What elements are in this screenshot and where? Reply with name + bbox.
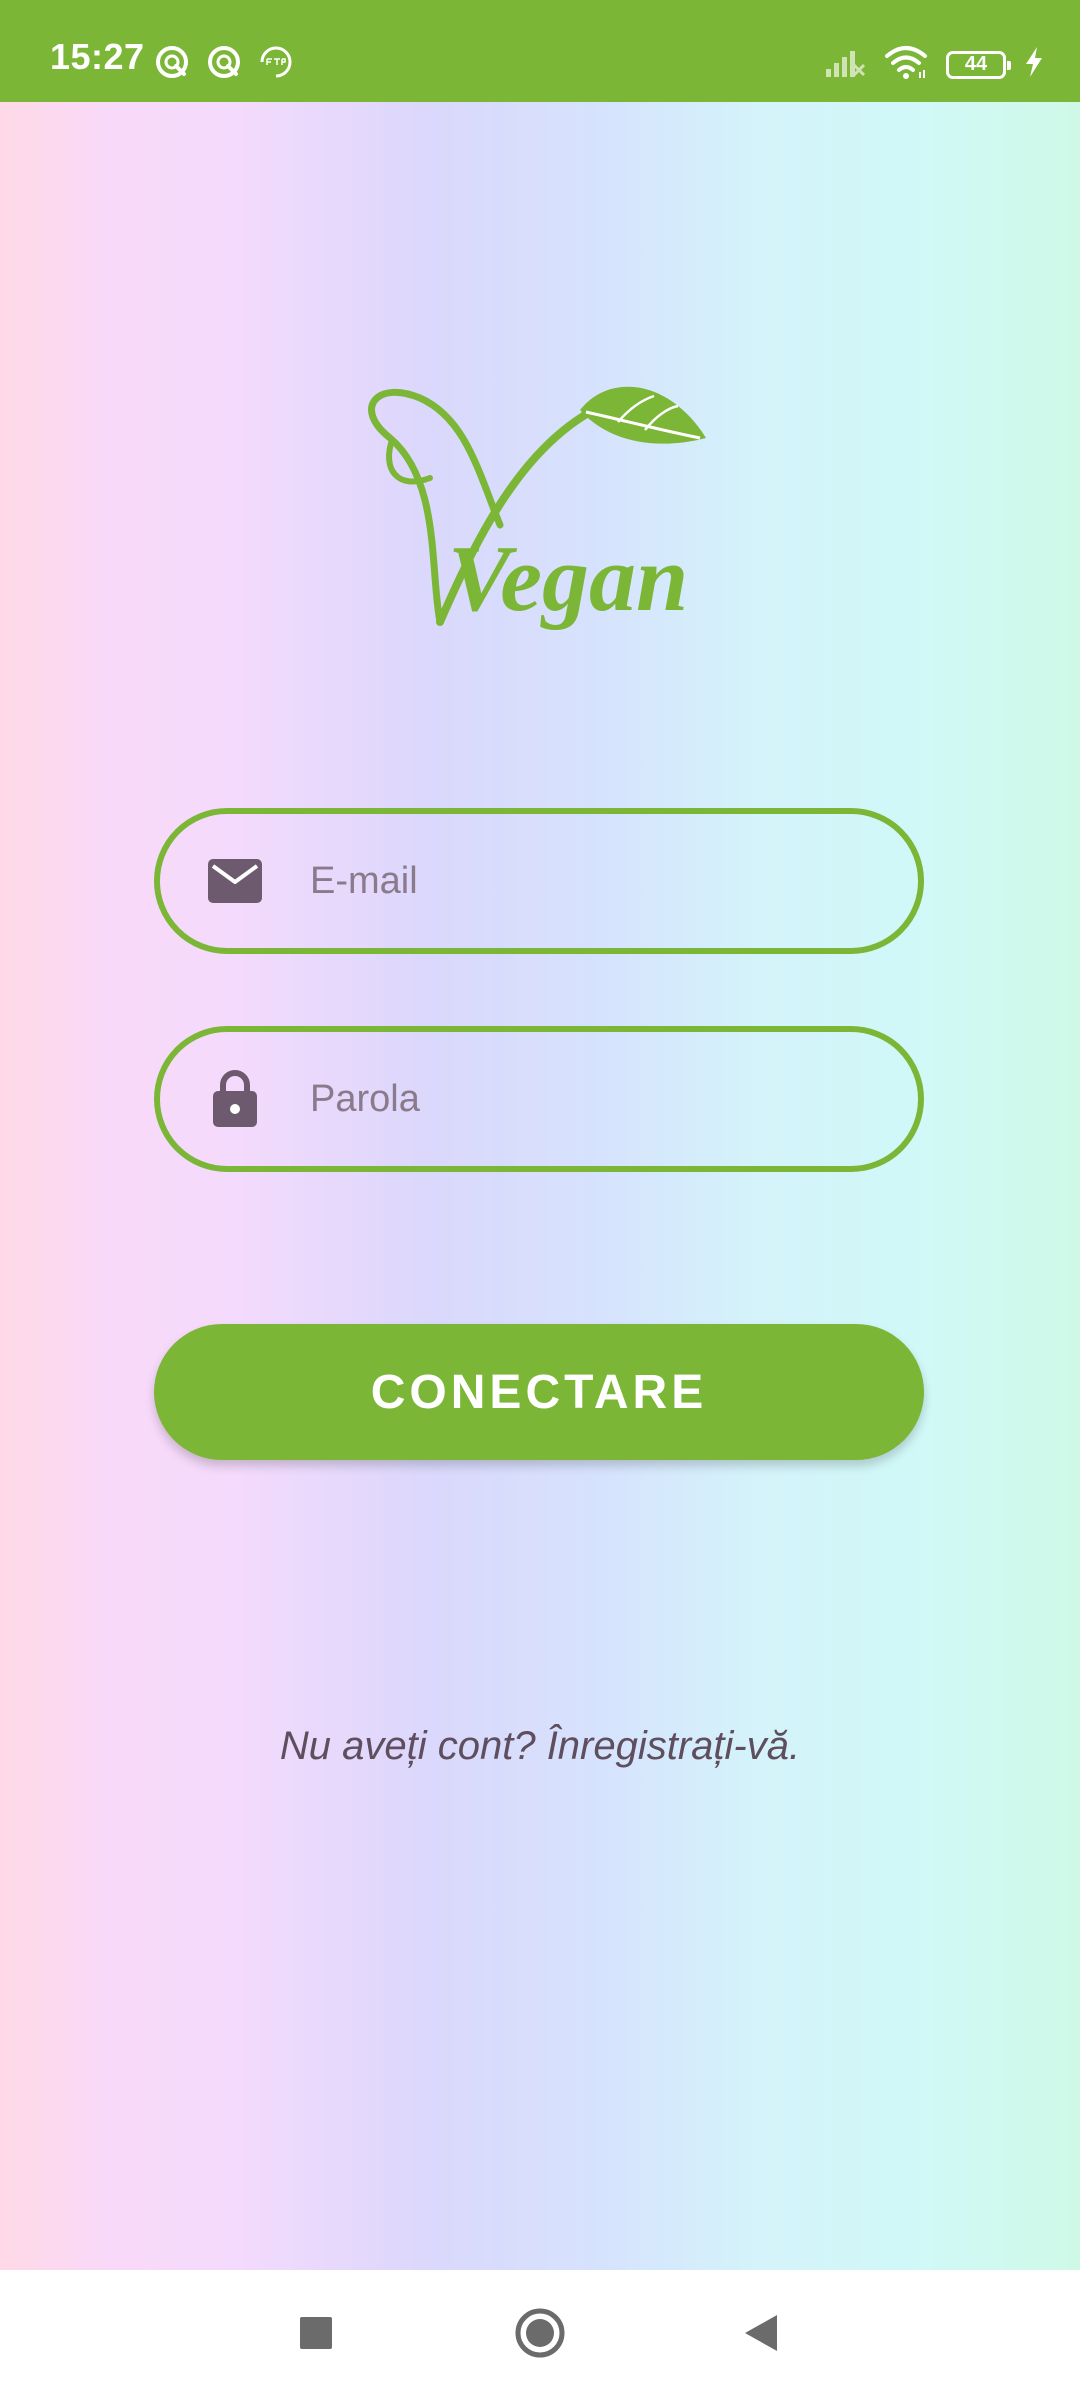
home-icon [514,2307,566,2364]
navigation-bar [0,2270,1080,2400]
login-button[interactable]: CONECTARE [154,1324,924,1460]
sync-circle-icon [154,44,190,85]
logo-text: Vegan [448,527,688,631]
recent-apps-button[interactable] [246,2270,386,2400]
status-notification-icons [154,44,294,85]
password-input[interactable] [310,1077,830,1121]
envelope-icon [206,852,264,910]
sync-circle-icon [206,44,242,85]
vegan-logo: Vegan [360,320,720,640]
wifi-icon [884,44,928,85]
email-input[interactable] [310,859,830,903]
battery-level: 44 [964,53,988,75]
register-link[interactable]: Nu aveți cont? Înregistrați-vă. [0,1724,1080,1769]
charging-bolt-icon [1024,46,1044,83]
ftp-icon [258,44,294,85]
back-button[interactable] [690,2270,830,2400]
battery-icon: 44 [946,50,1011,79]
email-field[interactable] [154,808,924,954]
password-field[interactable] [154,1026,924,1172]
lock-icon [206,1070,264,1128]
login-screen: 15:27 44 Vegan E-mail CONECTARE Nu aveți… [0,0,1080,2400]
recent-apps-icon [298,2315,334,2356]
status-time: 15:27 [50,36,145,77]
home-button[interactable] [470,2270,610,2400]
status-system-icons: 44 [824,44,1044,85]
back-icon [741,2313,779,2358]
signal-off-icon [824,45,866,84]
status-bar: 15:27 44 [0,0,1080,102]
